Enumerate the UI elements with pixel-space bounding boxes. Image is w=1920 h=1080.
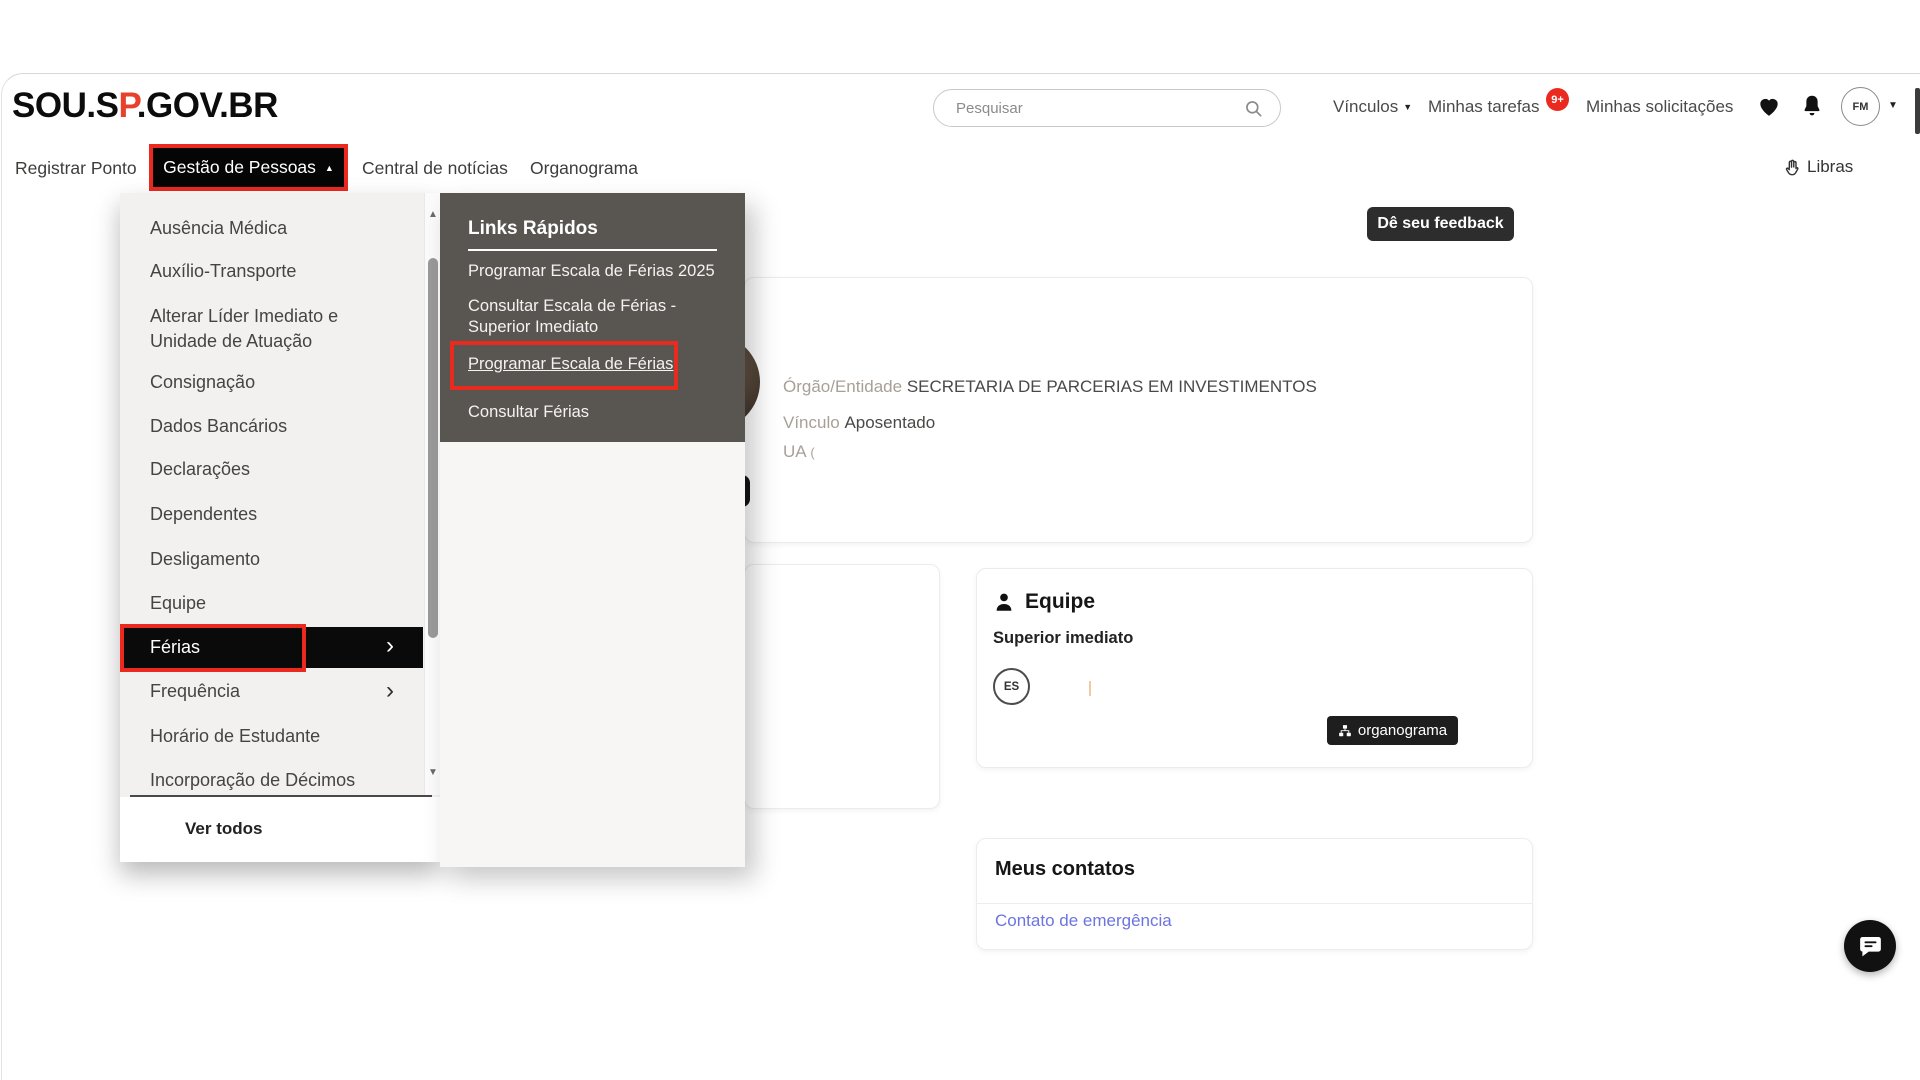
contatos-divider [976,903,1533,904]
chat-icon [1857,933,1884,960]
organograma-button[interactable]: organograma [1327,716,1458,745]
orgao-line: Órgão/Entidade SECRETARIA DE PARCERIAS E… [783,377,1317,397]
heart-icon[interactable] [1756,93,1782,119]
chevron-right-icon: › [386,677,394,705]
menu-item-equipe[interactable]: Equipe [150,593,206,614]
search-icon[interactable] [1244,99,1264,119]
redacted-text-artifact [1089,681,1091,696]
user-avatar[interactable]: FM [1841,87,1880,126]
menu-item-alterar-lider[interactable]: Alterar Líder Imediato e Unidade de Atua… [150,304,394,354]
equipe-title: Equipe [1025,590,1095,614]
chevron-down-icon: ▼ [1403,102,1412,112]
scroll-up-icon[interactable]: ▲ [428,209,438,220]
chat-fab-button[interactable] [1844,920,1896,972]
gestao-dropdown-menu: Ausência Médica Auxílio-Transporte Alter… [120,193,440,862]
nav-registrar-ponto[interactable]: Registrar Ponto [15,158,137,179]
menu-item-dependentes[interactable]: Dependentes [150,504,257,525]
vinculos-dropdown[interactable]: Vínculos ▼ [1333,97,1412,117]
tarefas-count-badge: 9+ [1546,88,1569,111]
chevron-up-icon: ▲ [325,163,334,173]
org-chart-icon [1338,724,1352,738]
links-rapidos-title: Links Rápidos [468,218,598,240]
orgao-label: Órgão/Entidade [783,377,902,396]
menu-item-dados-bancarios[interactable]: Dados Bancários [150,416,287,437]
equipe-header: Equipe [993,590,1095,614]
bell-icon[interactable] [1799,93,1825,119]
feedback-button[interactable]: Dê seu feedback [1367,207,1514,241]
logo-p: P [118,86,136,125]
page: SOU.SP.GOV.BR Vínculos ▼ Minhas tarefas 9… [0,0,1920,1080]
ferias-label: Férias [150,637,200,658]
vinculo-line: Vínculo Aposentado [783,413,935,433]
window-scrollbar[interactable] [1915,88,1920,134]
links-rapidos-box: Links Rápidos Programar Escala de Férias… [440,193,745,442]
ua-label: UA [783,442,806,461]
contatos-card [976,838,1533,950]
quick-link-programar-2025[interactable]: Programar Escala de Férias 2025 [468,262,715,281]
vinculos-label: Vínculos [1333,97,1398,116]
minhas-solicitacoes-label: Minhas solicitações [1586,97,1733,116]
superior-avatar[interactable]: ES [993,668,1030,705]
hand-icon [1783,158,1802,177]
hidden-card [744,564,940,809]
quick-link-consultar-ferias[interactable]: Consultar Férias [468,403,589,422]
scrollbar-thumb[interactable] [428,258,438,638]
quick-link-programar-escala[interactable]: Programar Escala de Férias [468,355,673,374]
search-input[interactable] [954,91,1224,125]
ua-line: UA ( [783,442,815,462]
menu-item-frequencia[interactable]: Frequência› [150,681,240,702]
menu-item-horario-estudante[interactable]: Horário de Estudante [150,726,320,747]
libras-label: Libras [1807,157,1853,177]
ferias-submenu-panel: Links Rápidos Programar Escala de Férias… [440,193,745,867]
nav-gestao-de-pessoas[interactable]: Gestão de Pessoas ▲ [149,144,348,191]
nav-central-de-noticias[interactable]: Central de notícias [362,158,508,179]
organograma-button-label: organograma [1358,722,1447,739]
person-icon [993,591,1015,613]
scroll-down-icon[interactable]: ▼ [428,767,438,778]
quick-link-consultar-escala-superior[interactable]: Consultar Escala de Férias - Superior Im… [468,296,708,338]
search-bar[interactable] [933,89,1281,127]
avatar-chevron-down-icon[interactable]: ▼ [1888,100,1898,111]
brand-logo[interactable]: SOU.SP.GOV.BR [12,86,278,126]
minhas-tarefas-label: Minhas tarefas [1428,97,1540,116]
logo-prefix: SOU. [12,86,96,125]
libras-button[interactable]: Libras [1783,157,1853,177]
chevron-right-icon: › [386,632,394,660]
menu-item-consignacao[interactable]: Consignação [150,372,255,393]
logo-suffix: .GOV.BR [137,86,278,125]
profile-card [744,277,1533,543]
contatos-title: Meus contatos [995,858,1135,881]
orgao-value: SECRETARIA DE PARCERIAS EM INVESTIMENTOS [907,377,1317,396]
menu-item-ausencia-medica[interactable]: Ausência Médica [150,218,287,239]
menu-item-auxilio-transporte[interactable]: Auxílio-Transporte [150,261,296,282]
contato-emergencia-link[interactable]: Contato de emergência [995,911,1172,931]
logo-s: S [96,86,119,125]
minhas-tarefas-link[interactable]: Minhas tarefas [1428,97,1540,117]
menu-scrollbar[interactable]: ▲ ▼ [424,193,440,795]
frequencia-label: Frequência [150,681,240,701]
superior-imediato-label: Superior imediato [993,629,1133,648]
ver-todos-link[interactable]: Ver todos [185,819,262,839]
nav-organograma[interactable]: Organograma [530,158,638,179]
minhas-solicitacoes-link[interactable]: Minhas solicitações [1586,97,1733,117]
vinculo-label: Vínculo [783,413,840,432]
links-rapidos-underline [468,249,717,251]
gestao-label: Gestão de Pessoas [163,157,316,178]
vinculo-value: Aposentado [844,413,935,432]
menu-item-ferias[interactable]: Férias › [120,627,423,668]
ua-value: ( [810,445,814,460]
menu-item-incorporacao-decimos[interactable]: Incorporação de Décimos [150,770,355,791]
menu-item-declaracoes[interactable]: Declarações [150,459,250,480]
menu-item-desligamento[interactable]: Desligamento [150,549,260,570]
menu-footer: Ver todos [120,797,440,862]
